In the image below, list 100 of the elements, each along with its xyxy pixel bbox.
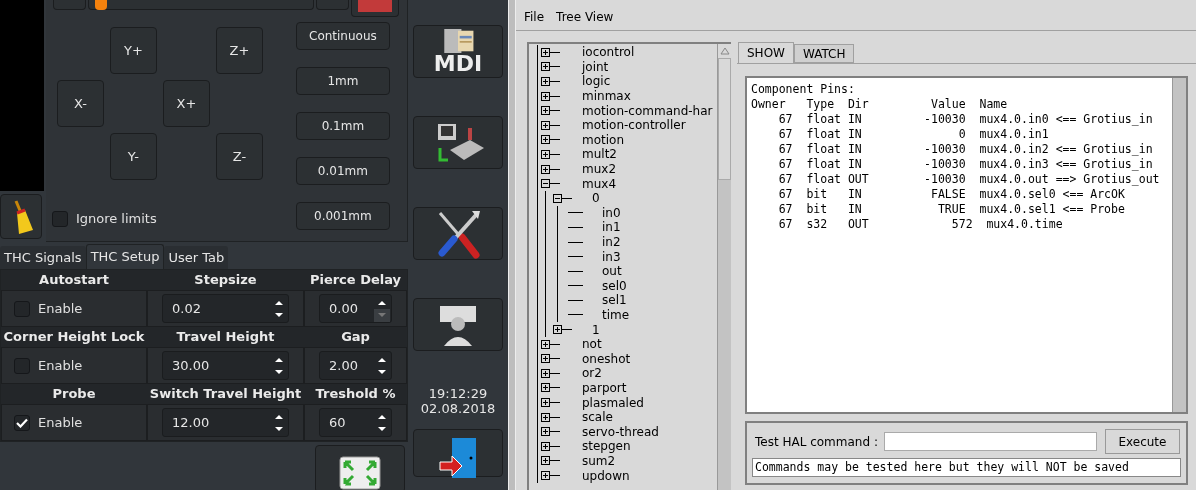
splitter-handle[interactable] [508, 0, 516, 490]
tree-item[interactable]: in0 [583, 205, 621, 220]
slider-handle[interactable] [95, 0, 108, 10]
tree-item[interactable]: servo-thread [560, 424, 659, 439]
expand-icon[interactable] [541, 383, 550, 393]
checkbox[interactable] [51, 210, 68, 227]
tree-item[interactable]: motion-controller [560, 118, 686, 133]
expand-icon[interactable] [541, 77, 550, 86]
tree-item[interactable]: parport [560, 380, 627, 395]
step-button[interactable]: 0.001mm [295, 202, 390, 230]
menu-item[interactable]: Tree View [556, 8, 614, 26]
spin-box[interactable]: 2.00 [319, 351, 392, 380]
spin-box[interactable]: 30.00 [162, 351, 289, 380]
execute-button[interactable]: Execute [1104, 429, 1180, 454]
expand-icon[interactable] [541, 398, 550, 408]
tree-item[interactable]: updown [560, 468, 630, 483]
scroll-thumb[interactable] [718, 58, 731, 180]
expand-icon[interactable] [541, 62, 550, 72]
scrollbar[interactable] [717, 44, 731, 490]
output-line: 67 s32 OUT 572 mux4.0.time [777, 217, 1063, 232]
tree-item[interactable]: out [583, 264, 622, 279]
tree-item[interactable]: time [583, 308, 630, 322]
tree-item[interactable]: stepgen [560, 439, 631, 454]
collapse-icon[interactable] [541, 179, 550, 189]
tree-item[interactable]: 1 [572, 322, 600, 337]
collapse-icon[interactable] [553, 193, 562, 203]
tree-item[interactable]: 0 [572, 191, 600, 206]
tab[interactable]: WATCH [793, 44, 855, 63]
jog-button[interactable]: Z- [215, 133, 263, 180]
tree-item[interactable]: in2 [583, 235, 621, 249]
tree-item[interactable]: mult2 [560, 147, 617, 162]
expand-icon[interactable] [541, 120, 550, 130]
exit-button[interactable] [413, 429, 503, 477]
menu-item[interactable]: File [524, 8, 545, 26]
fullscreen-button[interactable] [315, 445, 405, 490]
tree-item[interactable]: logic [560, 74, 611, 89]
tree-item[interactable]: joint [560, 59, 609, 74]
jog-button[interactable]: X- [56, 80, 104, 127]
step-button[interactable]: 1mm [295, 67, 390, 95]
jog-button[interactable]: X+ [162, 80, 210, 127]
tree-item[interactable]: in3 [583, 249, 621, 264]
expand-icon[interactable] [541, 441, 550, 451]
check-icon [16, 417, 28, 428]
expand-icon[interactable] [541, 354, 550, 364]
tree-item[interactable]: sel0 [583, 278, 627, 293]
tree-item[interactable]: motion-command-har [560, 103, 713, 118]
side-button[interactable] [413, 116, 503, 169]
expand-icon[interactable] [541, 427, 550, 437]
feed-slider[interactable] [87, 0, 314, 10]
expand-icon[interactable] [541, 471, 550, 480]
spin-box[interactable]: 0.00 [319, 294, 392, 323]
output-line: Component Pins: [751, 82, 855, 97]
mdi-label: MDI [433, 54, 483, 74]
tree-item[interactable]: iocontrol [560, 45, 635, 60]
expand-icon[interactable] [541, 91, 550, 101]
tree-item[interactable]: not [560, 337, 602, 352]
tree-item[interactable]: oneshot [560, 351, 631, 366]
tree-item[interactable]: sum2 [560, 453, 616, 468]
spin-box[interactable]: 60 [319, 408, 392, 437]
tab[interactable]: THC Signals [0, 246, 86, 269]
tree-item[interactable]: or2 [560, 366, 602, 381]
jog-button[interactable]: Y+ [109, 27, 157, 74]
estop-button[interactable] [350, 0, 399, 17]
tree-item[interactable]: in1 [583, 220, 621, 235]
tab[interactable]: THC Setup [85, 244, 165, 269]
tree-item[interactable]: mux2 [560, 162, 617, 177]
text-scrollbar[interactable] [1172, 78, 1186, 412]
expand-icon[interactable] [541, 412, 550, 422]
side-button[interactable] [413, 207, 503, 260]
spin-box[interactable]: 12.00 [162, 408, 289, 437]
jog-button[interactable]: Z+ [215, 27, 263, 74]
expand-icon[interactable] [541, 135, 550, 145]
clear-button[interactable] [0, 194, 42, 239]
tree-item[interactable]: minmax [560, 89, 631, 104]
step-button[interactable]: 0.1mm [295, 112, 390, 140]
checkbox[interactable] [14, 414, 30, 431]
command-input[interactable] [883, 432, 1097, 451]
side-button[interactable]: MDI [413, 25, 503, 78]
step-button[interactable]: 0.01mm [295, 157, 390, 185]
spin-box[interactable]: 0.02 [162, 294, 289, 323]
expand-icon[interactable] [553, 325, 562, 335]
expand-icon[interactable] [541, 106, 550, 116]
setting-title: Switch Travel Height [149, 385, 302, 403]
jog-button[interactable]: Y- [109, 133, 157, 180]
expand-icon[interactable] [541, 339, 550, 349]
tree-item[interactable]: sel1 [583, 293, 627, 308]
expand-icon[interactable] [541, 149, 550, 159]
tab[interactable]: SHOW [738, 42, 794, 63]
tree-item[interactable]: motion [560, 132, 625, 147]
ignore-limits-label: Ignore limits [75, 210, 157, 228]
expand-icon[interactable] [541, 368, 550, 378]
expand-icon[interactable] [541, 164, 550, 174]
expand-icon[interactable] [541, 456, 550, 466]
tab[interactable]: User Tab [164, 246, 229, 269]
tree-item[interactable]: mux4 [560, 176, 617, 191]
step-button[interactable]: Continuous [295, 22, 390, 50]
tree-item[interactable]: scale [560, 410, 613, 425]
tree-item[interactable]: plasmaled [560, 395, 644, 410]
expand-icon[interactable] [541, 47, 550, 57]
side-button[interactable] [413, 298, 503, 351]
